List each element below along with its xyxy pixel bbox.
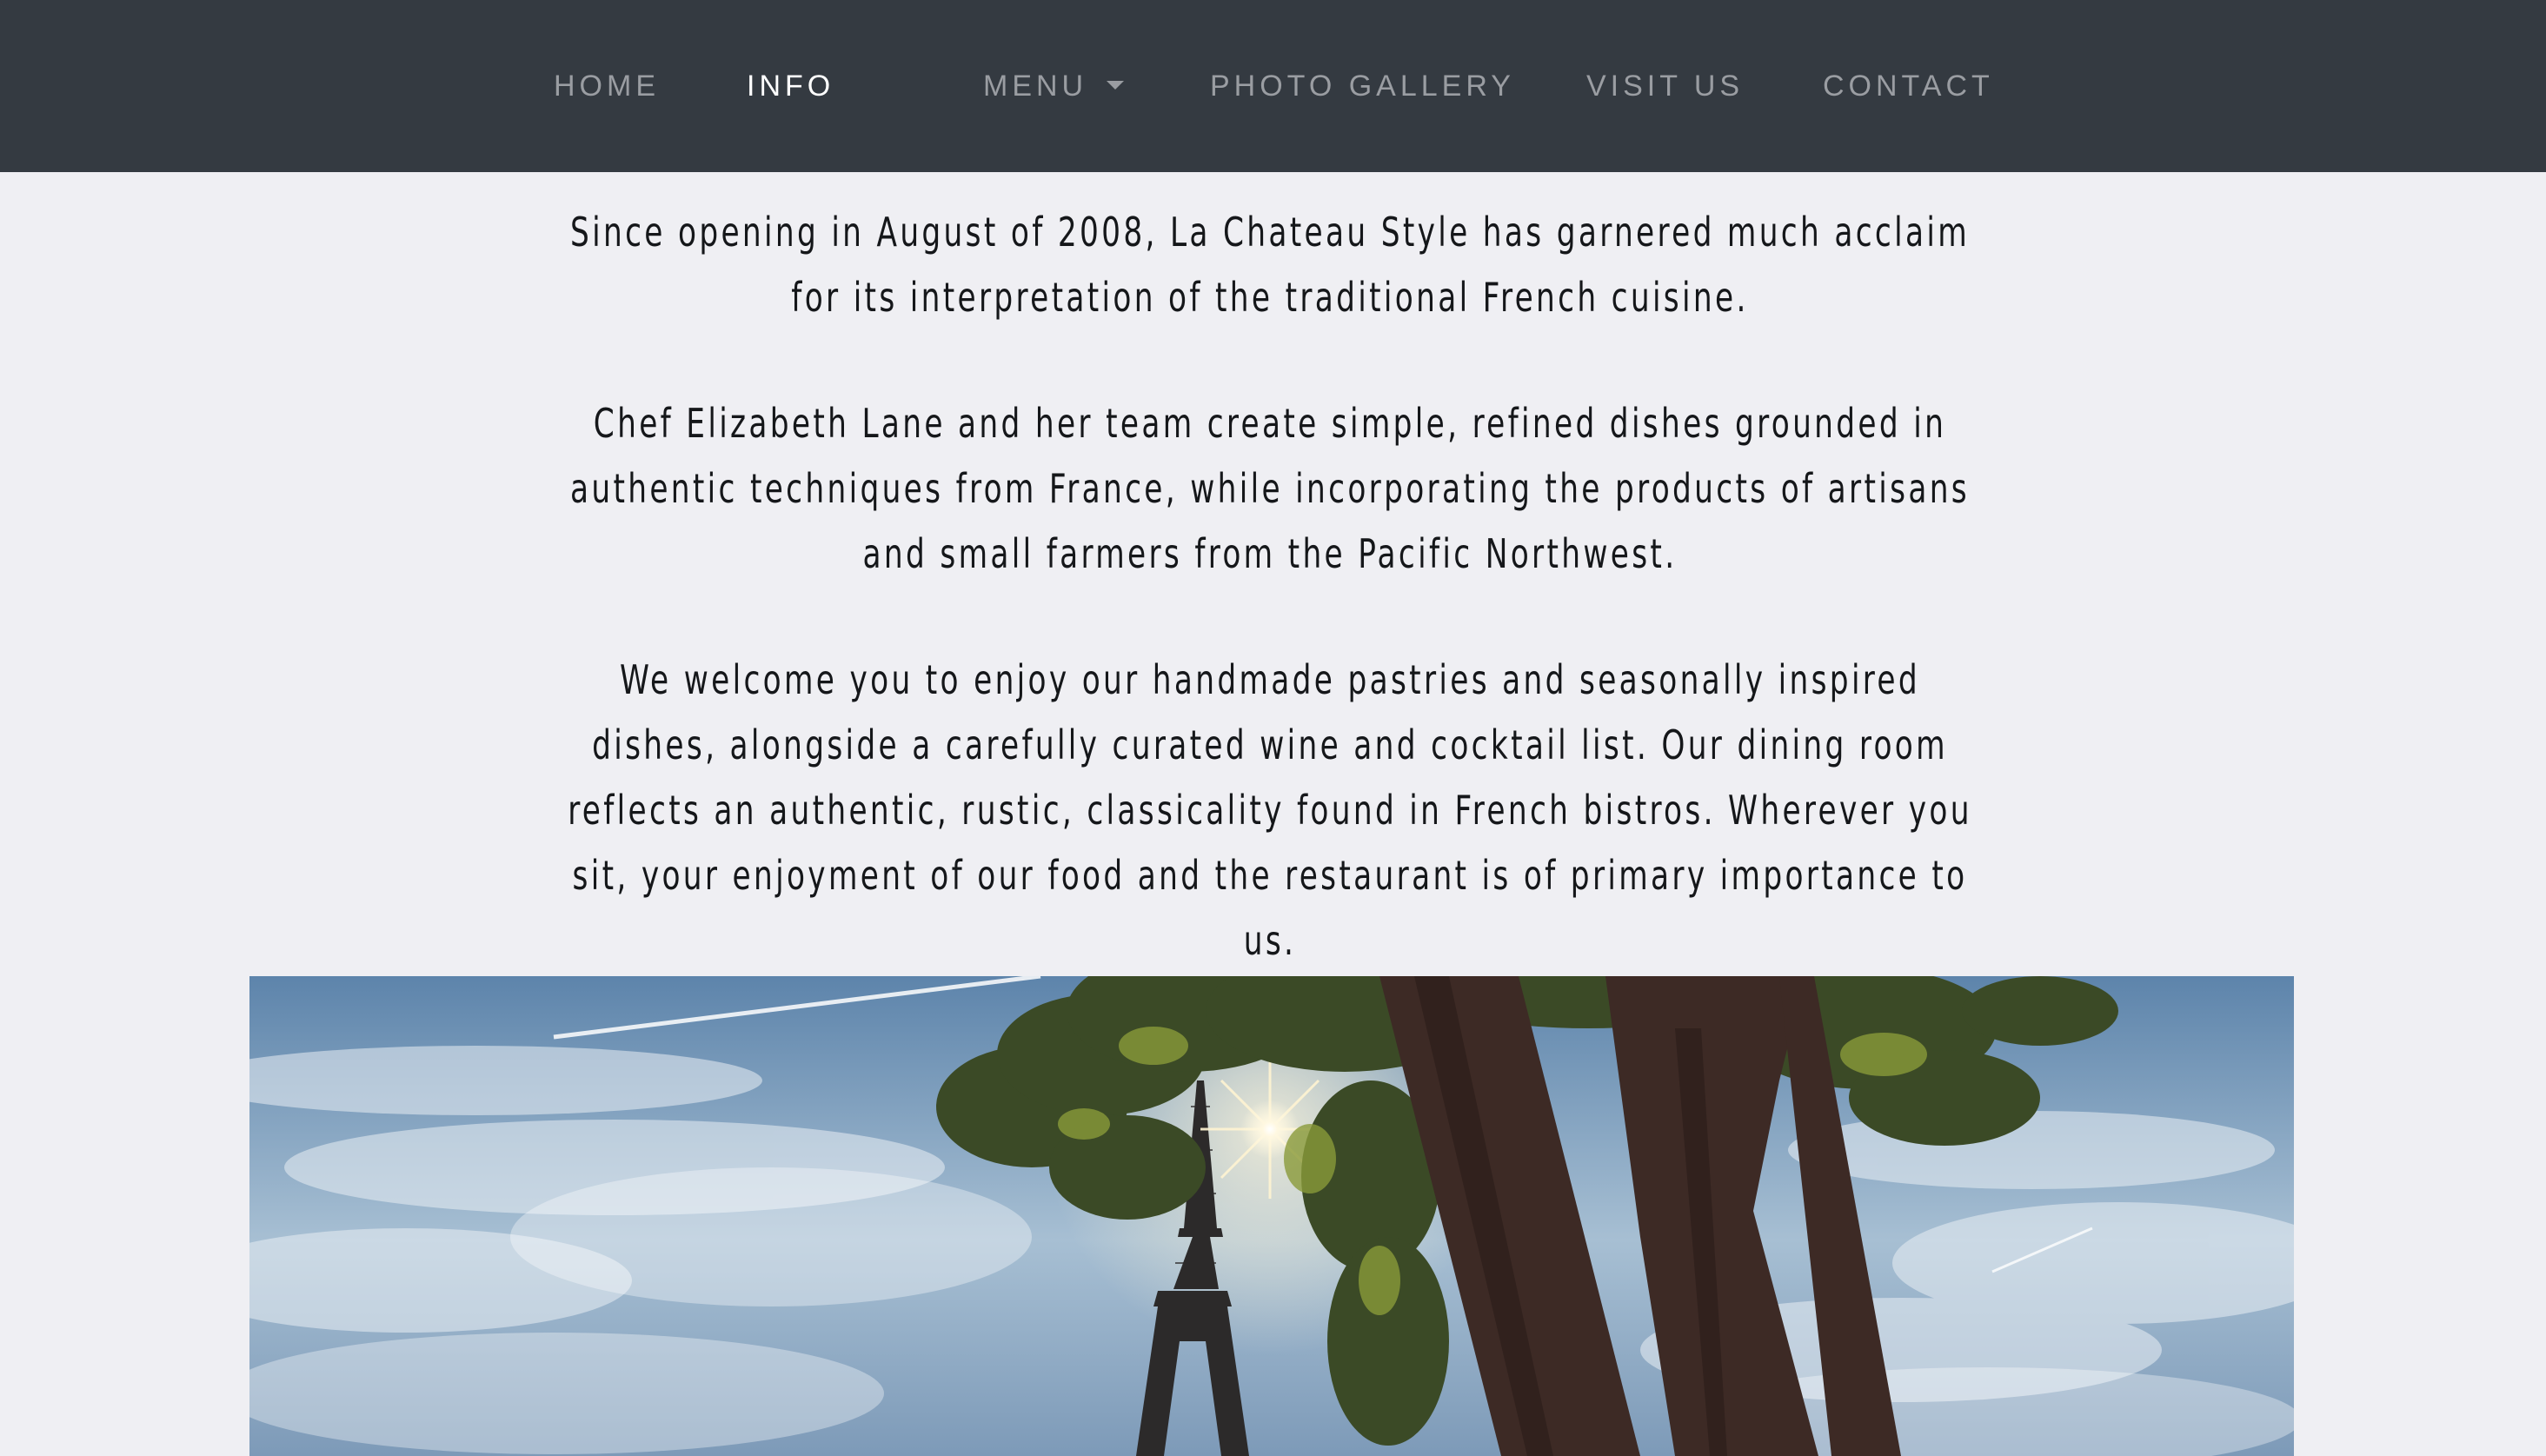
- nav-visit-us-link[interactable]: VISIT US: [1586, 0, 1744, 172]
- top-navbar: HOME INFO MENU PHOTO GALLERY VISIT US CO…: [0, 0, 2546, 172]
- caret-down-icon: [1107, 81, 1125, 90]
- hero-photo: [249, 976, 2294, 1456]
- nav-menu-dropdown[interactable]: MENU: [983, 0, 1125, 172]
- eiffel-tower-photo-icon: [249, 976, 2294, 1456]
- nav-info-link[interactable]: INFO: [747, 0, 834, 172]
- nav-contact-link[interactable]: CONTACT: [1823, 0, 1994, 172]
- nav-home-link[interactable]: HOME: [554, 0, 660, 172]
- nav-menu-label: MENU: [983, 70, 1088, 103]
- intro-section: Since opening in August of 2008, La Chat…: [417, 200, 2123, 1034]
- nav-photo-gallery-link[interactable]: PHOTO GALLERY: [1210, 0, 1515, 172]
- intro-paragraph-opening: Since opening in August of 2008, La Chat…: [570, 209, 1970, 321]
- intro-paragraph-welcome: We welcome you to enjoy our handmade pas…: [568, 656, 1972, 964]
- intro-paragraph-chef: Chef Elizabeth Lane and her team create …: [569, 400, 1971, 577]
